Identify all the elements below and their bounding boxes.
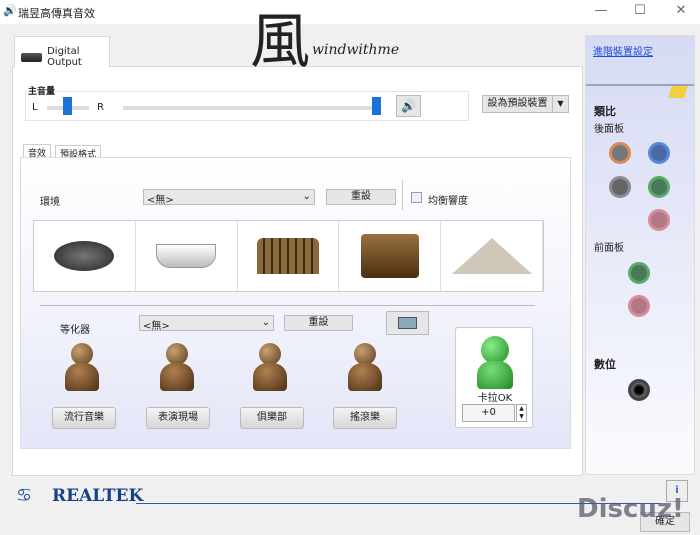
forum-watermark: Discuz! <box>577 494 684 524</box>
device-icon <box>21 52 43 62</box>
stage-icon <box>360 234 419 278</box>
window-title: 瑞昱高傳真音效 <box>18 7 95 20</box>
live-guitarist-icon <box>157 343 197 395</box>
equalizer-reset-button[interactable]: 重設 <box>284 315 353 331</box>
env-stone[interactable] <box>34 221 136 291</box>
karaoke-stepper[interactable]: ▲ ▼ <box>516 404 527 422</box>
volume-slider[interactable] <box>123 106 381 110</box>
set-default-label: 設為預設裝置 <box>487 98 548 109</box>
front-panel-label: 前面板 <box>594 243 624 254</box>
rock-guitarist-icon <box>345 343 385 395</box>
environment-presets <box>33 220 544 292</box>
set-default-device-button[interactable]: 設為預設裝置 ▼ <box>482 95 569 113</box>
right-label: R <box>97 102 104 113</box>
equalizer-label: 等化器 <box>60 325 90 336</box>
divider <box>40 305 535 306</box>
eq-rock-button[interactable]: 搖滾樂 <box>333 407 397 429</box>
environment-select[interactable]: <無> ⌄ <box>143 189 315 206</box>
analog-heading: 類比 <box>594 105 616 118</box>
volume-thumb[interactable] <box>372 97 381 115</box>
digital-jack[interactable] <box>628 379 650 401</box>
tab-digital-output[interactable]: Digital Output <box>14 36 110 68</box>
advanced-settings-link[interactable]: 進階裝置設定 <box>593 43 653 58</box>
mute-button[interactable]: 🔊 <box>396 95 421 117</box>
loudness-checkbox[interactable] <box>411 192 422 203</box>
rear-jack-gray[interactable] <box>609 176 631 198</box>
title-bar: 🔊 瑞昱高傳真音效 — ☐ ✕ <box>0 0 700 24</box>
env-colosseum[interactable] <box>238 221 340 291</box>
dropdown-arrow-icon[interactable]: ▼ <box>552 96 568 112</box>
eq-club-button[interactable]: 俱樂部 <box>240 407 304 429</box>
tab-label: Digital Output <box>47 46 82 68</box>
env-bathtub[interactable] <box>136 221 238 291</box>
karaoke-value-input[interactable]: +0 <box>462 404 515 422</box>
environment-label: 環境 <box>40 197 60 208</box>
karaoke-panel: 卡拉OK +0 ▲ ▼ <box>455 327 533 428</box>
eq-live-button[interactable]: 表演現場 <box>146 407 210 429</box>
connector-panel: 進階裝置設定 類比 後面板 前面板 數位 <box>585 35 695 475</box>
realtek-crab-logo: ♋ <box>16 485 33 506</box>
volume-label: 主音量 <box>28 84 56 97</box>
digital-heading: 數位 <box>594 358 616 371</box>
colosseum-icon <box>256 238 319 274</box>
loudness-label: 均衡響度 <box>428 196 468 207</box>
opera-house-icon <box>451 238 532 274</box>
front-jack-green[interactable] <box>628 262 650 284</box>
eq-pop-button[interactable]: 流行音樂 <box>52 407 116 429</box>
minimize-button[interactable]: — <box>586 3 616 18</box>
env-stage[interactable] <box>339 221 442 291</box>
equalizer-value: <無> <box>143 321 170 332</box>
watermark-logo: 風 <box>250 7 310 77</box>
stone-icon <box>54 241 115 271</box>
close-button[interactable]: ✕ <box>666 3 696 18</box>
watermark-text: windwithme <box>312 42 400 58</box>
rear-jack-orange[interactable] <box>609 142 631 164</box>
realtek-brand: REALTEK <box>52 486 144 506</box>
graphic-eq-button[interactable] <box>386 311 429 335</box>
balance-thumb[interactable] <box>63 97 72 115</box>
rear-panel-label: 後面板 <box>594 124 624 135</box>
karaoke-singer-icon <box>481 336 509 364</box>
chevron-down-icon: ⌄ <box>261 317 270 328</box>
environment-reset-button[interactable]: 重設 <box>326 189 396 205</box>
speaker-icon: 🔊 <box>3 4 17 17</box>
club-pianist-icon <box>250 343 290 395</box>
environment-value: <無> <box>147 195 174 206</box>
env-opera-house[interactable] <box>441 221 543 291</box>
chevron-down-icon: ⌄ <box>302 191 311 202</box>
left-label: L <box>32 102 38 113</box>
bathtub-icon <box>156 244 217 268</box>
divider <box>402 180 403 210</box>
rear-jack-green[interactable] <box>648 176 670 198</box>
rear-jack-blue[interactable] <box>648 142 670 164</box>
equalizer-icon <box>398 317 417 329</box>
front-jack-pink[interactable] <box>628 295 650 317</box>
master-volume-group: 主音量 L R 🔊 <box>25 84 469 121</box>
maximize-button[interactable]: ☐ <box>625 3 655 18</box>
folder-icon[interactable] <box>668 86 688 98</box>
karaoke-label: 卡拉OK <box>477 393 513 404</box>
equalizer-select[interactable]: <無> ⌄ <box>139 315 274 332</box>
pop-singer-icon <box>62 343 102 395</box>
rear-jack-pink[interactable] <box>648 209 670 231</box>
karaoke-singer-body <box>477 361 513 389</box>
